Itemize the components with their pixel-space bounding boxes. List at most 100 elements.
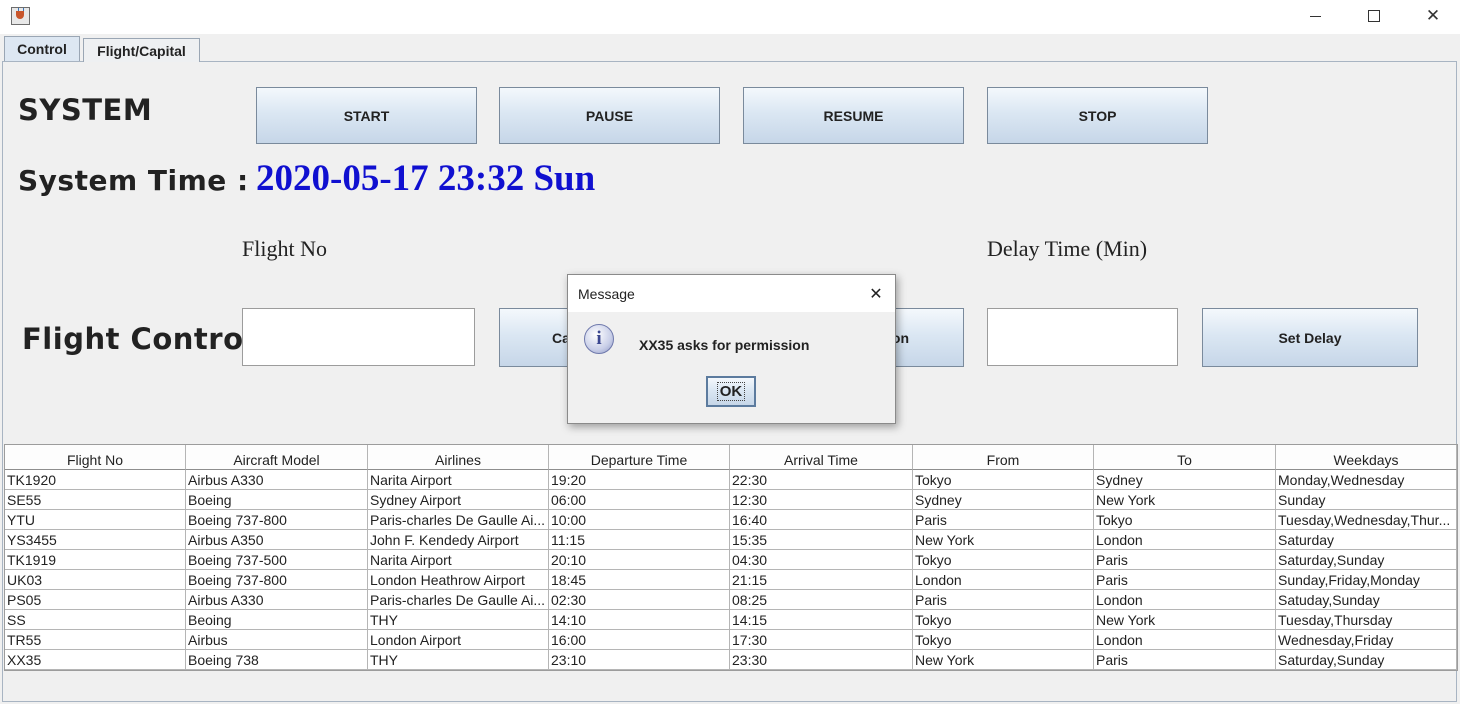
tab-flight-capital[interactable]: Flight/Capital: [83, 38, 200, 62]
table-cell[interactable]: Paris: [1094, 550, 1276, 570]
table-cell[interactable]: 14:10: [549, 610, 730, 630]
table-cell[interactable]: Paris-charles De Gaulle Ai...: [368, 590, 549, 610]
table-cell[interactable]: Tuesday,Wednesday,Thur...: [1276, 510, 1457, 530]
column-header[interactable]: From: [913, 445, 1094, 470]
flights-table[interactable]: Flight No Aircraft Model Airlines Depart…: [4, 444, 1458, 671]
close-icon[interactable]: ✕: [864, 281, 888, 305]
table-cell[interactable]: Tokyo: [913, 470, 1094, 490]
table-cell[interactable]: 08:25: [730, 590, 913, 610]
column-header[interactable]: Arrival Time: [730, 445, 913, 470]
table-cell[interactable]: New York: [913, 530, 1094, 550]
resume-button[interactable]: RESUME: [743, 87, 964, 144]
table-cell[interactable]: Sunday: [1276, 490, 1457, 510]
table-cell[interactable]: Airbus: [186, 630, 368, 650]
table-cell[interactable]: 06:00: [549, 490, 730, 510]
table-cell[interactable]: Boeing: [186, 490, 368, 510]
table-cell[interactable]: Airbus A330: [186, 590, 368, 610]
table-cell[interactable]: Paris: [1094, 570, 1276, 590]
table-cell[interactable]: YS3455: [5, 530, 186, 550]
table-cell[interactable]: London Heathrow Airport: [368, 570, 549, 590]
table-row[interactable]: UK03 Boeing 737-800 London Heathrow Airpor…: [5, 570, 1457, 590]
table-cell[interactable]: New York: [1094, 490, 1276, 510]
close-window-button[interactable]: ✕: [1404, 0, 1460, 32]
table-cell[interactable]: 11:15: [549, 530, 730, 550]
table-cell[interactable]: 22:30: [730, 470, 913, 490]
table-cell[interactable]: Tokyo: [913, 630, 1094, 650]
table-row[interactable]: YS3455 Airbus A350 John F. Kendedy Airport…: [5, 530, 1457, 550]
table-cell[interactable]: YTU: [5, 510, 186, 530]
stop-button[interactable]: STOP: [987, 87, 1208, 144]
table-cell[interactable]: Paris-charles De Gaulle Ai...: [368, 510, 549, 530]
table-cell[interactable]: Satuday,Sunday: [1276, 590, 1457, 610]
table-row[interactable]: SE55 Boeing Sydney Airport 06:00 12:30 Sydney…: [5, 490, 1457, 510]
column-header[interactable]: Departure Time: [549, 445, 730, 470]
table-cell[interactable]: 21:15: [730, 570, 913, 590]
table-cell[interactable]: 12:30: [730, 490, 913, 510]
table-row[interactable]: TK1920 Airbus A330 Narita Airport 19:20 22:3…: [5, 470, 1457, 490]
table-cell[interactable]: THY: [368, 610, 549, 630]
table-cell[interactable]: THY: [368, 650, 549, 670]
table-cell[interactable]: Paris: [913, 590, 1094, 610]
table-cell[interactable]: Tokyo: [913, 550, 1094, 570]
table-cell[interactable]: SE55: [5, 490, 186, 510]
table-cell[interactable]: 16:40: [730, 510, 913, 530]
table-cell[interactable]: London: [1094, 630, 1276, 650]
table-cell[interactable]: 23:10: [549, 650, 730, 670]
table-cell[interactable]: Sydney: [1094, 470, 1276, 490]
table-cell[interactable]: Saturday,Sunday: [1276, 550, 1457, 570]
table-cell[interactable]: Airbus A350: [186, 530, 368, 550]
table-cell[interactable]: 20:10: [549, 550, 730, 570]
table-cell[interactable]: PS05: [5, 590, 186, 610]
minimize-button[interactable]: [1286, 0, 1344, 32]
column-header[interactable]: Airlines: [368, 445, 549, 470]
table-cell[interactable]: London: [913, 570, 1094, 590]
table-cell[interactable]: Sydney Airport: [368, 490, 549, 510]
column-header[interactable]: Weekdays: [1276, 445, 1457, 470]
table-cell[interactable]: Monday,Wednesday: [1276, 470, 1457, 490]
flight-no-input[interactable]: [242, 308, 475, 366]
column-header[interactable]: Flight No: [5, 445, 186, 470]
table-cell[interactable]: New York: [1094, 610, 1276, 630]
start-button[interactable]: START: [256, 87, 477, 144]
table-row[interactable]: SS Beoing THY 14:10 14:15 Tokyo New York Tuesda…: [5, 610, 1457, 630]
table-cell[interactable]: 23:30: [730, 650, 913, 670]
table-cell[interactable]: Wednesday,Friday: [1276, 630, 1457, 650]
table-cell[interactable]: Boeing 737-800: [186, 510, 368, 530]
table-row[interactable]: TK1919 Boeing 737-500 Narita Airport 20:10 0…: [5, 550, 1457, 570]
table-cell[interactable]: TR55: [5, 630, 186, 650]
table-cell[interactable]: John F. Kendedy Airport: [368, 530, 549, 550]
maximize-button[interactable]: [1345, 0, 1403, 32]
table-cell[interactable]: UK03: [5, 570, 186, 590]
table-cell[interactable]: Boeing 738: [186, 650, 368, 670]
table-cell[interactable]: London Airport: [368, 630, 549, 650]
table-cell[interactable]: XX35: [5, 650, 186, 670]
column-header[interactable]: To: [1094, 445, 1276, 470]
table-cell[interactable]: Beoing: [186, 610, 368, 630]
table-cell[interactable]: 10:00: [549, 510, 730, 530]
table-cell[interactable]: 15:35: [730, 530, 913, 550]
table-cell[interactable]: Airbus A330: [186, 470, 368, 490]
table-cell[interactable]: 19:20: [549, 470, 730, 490]
delay-time-input[interactable]: [987, 308, 1178, 366]
table-cell[interactable]: Sydney: [913, 490, 1094, 510]
table-cell[interactable]: 04:30: [730, 550, 913, 570]
table-row[interactable]: PS05 Airbus A330 Paris-charles De Gaulle A…: [5, 590, 1457, 610]
table-cell[interactable]: 02:30: [549, 590, 730, 610]
table-cell[interactable]: Saturday,Sunday: [1276, 650, 1457, 670]
table-cell[interactable]: TK1920: [5, 470, 186, 490]
set-delay-button[interactable]: Set Delay: [1202, 308, 1418, 367]
table-cell[interactable]: Tokyo: [913, 610, 1094, 630]
table-cell[interactable]: 16:00: [549, 630, 730, 650]
table-cell[interactable]: 18:45: [549, 570, 730, 590]
table-row[interactable]: TR55 Airbus London Airport 16:00 17:30 Tokyo L…: [5, 630, 1457, 650]
table-cell[interactable]: SS: [5, 610, 186, 630]
table-cell[interactable]: TK1919: [5, 550, 186, 570]
table-cell[interactable]: Boeing 737-500: [186, 550, 368, 570]
column-header[interactable]: Aircraft Model: [186, 445, 368, 470]
table-row[interactable]: XX35 Boeing 738 THY 23:10 23:30 New York Paris…: [5, 650, 1457, 670]
table-cell[interactable]: Tuesday,Thursday: [1276, 610, 1457, 630]
table-cell[interactable]: Sunday,Friday,Monday: [1276, 570, 1457, 590]
ok-button[interactable]: OK: [706, 376, 756, 407]
table-cell[interactable]: New York: [913, 650, 1094, 670]
table-cell[interactable]: Saturday: [1276, 530, 1457, 550]
